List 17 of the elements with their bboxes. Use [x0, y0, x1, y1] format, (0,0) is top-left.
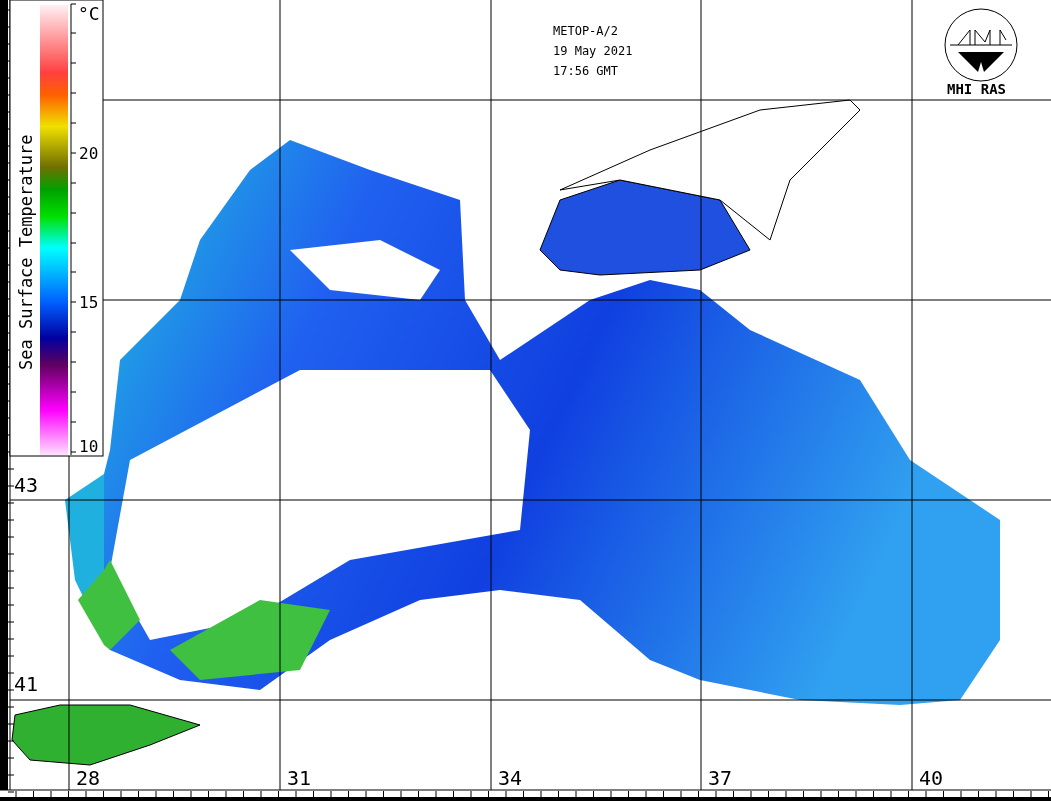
longitude-label: 31: [287, 766, 312, 790]
longitude-label: 34: [498, 766, 523, 790]
logo-text: MHI RAS: [947, 81, 1006, 97]
satellite-name: METOP-A/2: [553, 24, 619, 38]
latitude-label: 43: [14, 473, 39, 497]
longitude-label: 40: [919, 766, 944, 790]
unit-label: °C: [78, 3, 100, 24]
image-time: 17:56 GMT: [553, 64, 619, 78]
latitude-label: 41: [14, 672, 39, 696]
scale-tick-label: 10: [79, 437, 99, 456]
scale-tick-label: 20: [79, 144, 99, 163]
image-date: 19 May 2021: [553, 44, 633, 58]
longitude-label: 28: [76, 766, 101, 790]
scale-tick-label: 15: [79, 293, 99, 312]
longitude-label: 37: [708, 766, 733, 790]
logo-emblem-icon: [944, 8, 1018, 82]
scale-title: Sea Surface Temperature: [16, 134, 36, 370]
